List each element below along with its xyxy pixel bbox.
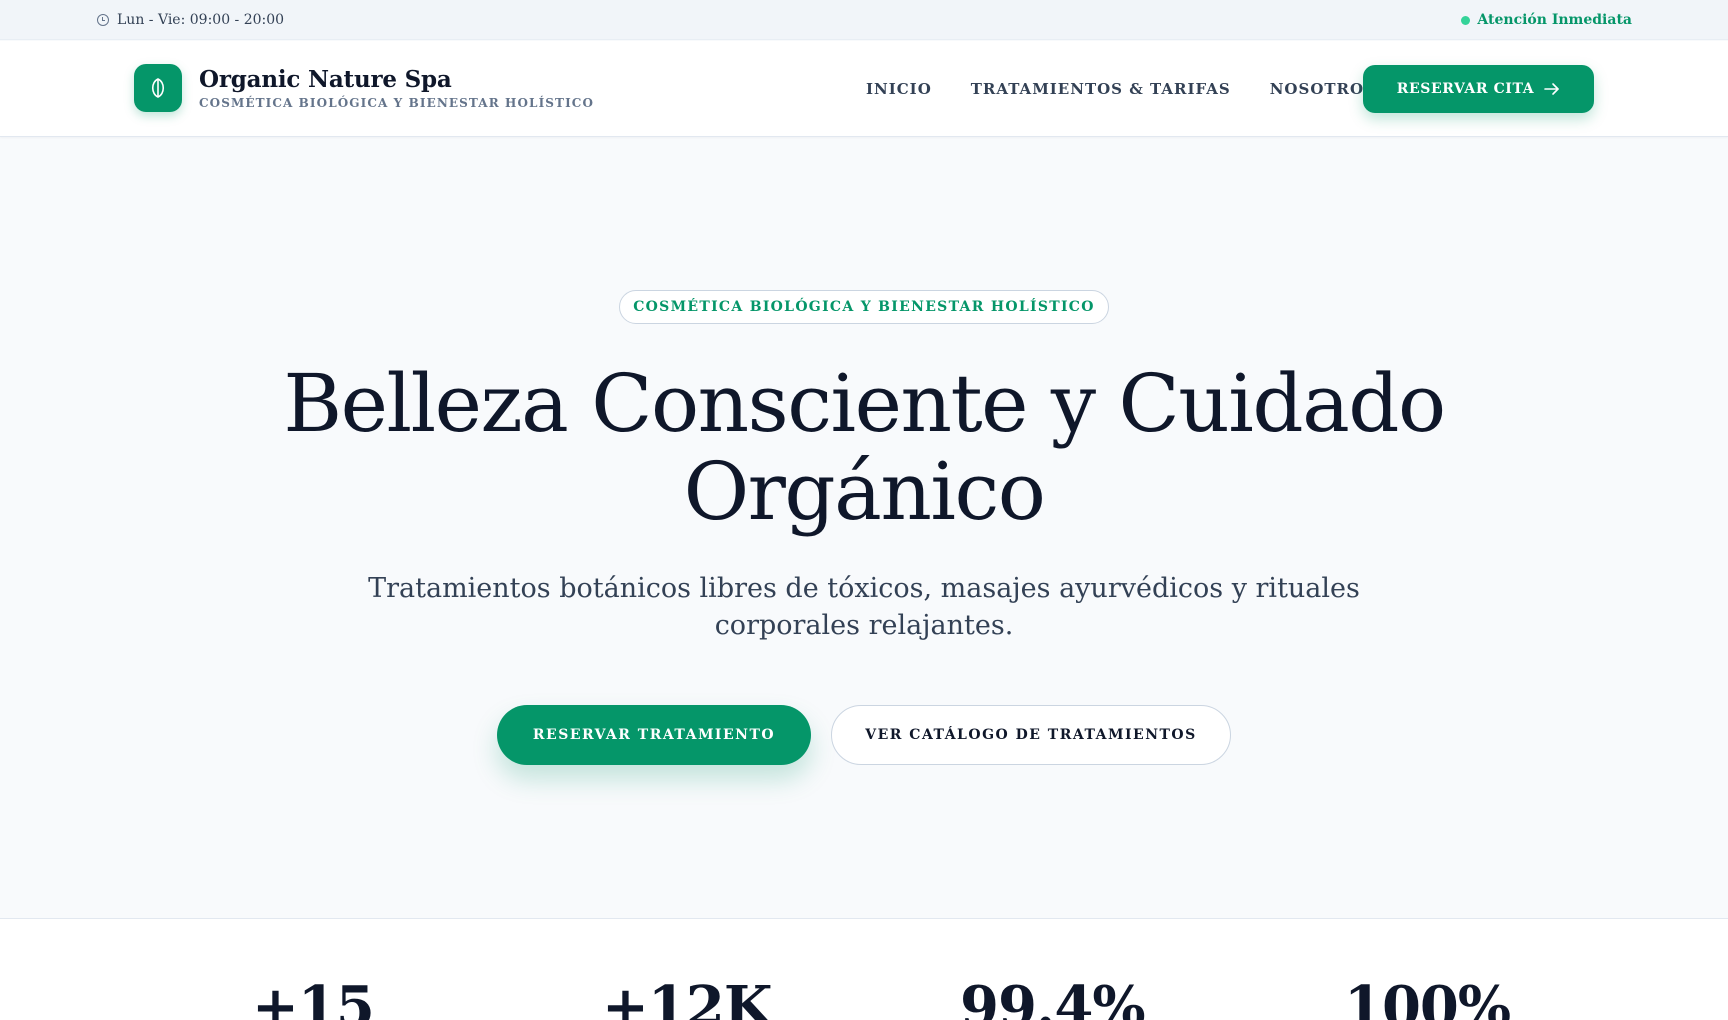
reservar-tratamiento-button[interactable]: RESERVAR TRATAMIENTO: [497, 705, 811, 765]
clock-icon: [97, 14, 109, 26]
reservar-cita-label: RESERVAR CITA: [1396, 81, 1535, 97]
availability-status-text: Atención Inmediata: [1477, 12, 1632, 28]
nav-link-tratamientos-tarifas[interactable]: TRATAMIENTOS & TARIFAS: [971, 80, 1231, 98]
brand-tagline: COSMÉTICA BIOLÓGICA Y BIENESTAR HOLÍSTIC…: [199, 95, 594, 110]
brand-text: Organic Nature Spa COSMÉTICA BIOLÓGICA Y…: [199, 65, 594, 110]
stat-value: 100%: [1344, 974, 1511, 1020]
status-dot-icon: [1461, 15, 1471, 25]
stat-value: +12K: [602, 974, 773, 1020]
top-info-bar: Lun - Vie: 09:00 - 20:00 Atención Inmedi…: [0, 0, 1728, 40]
nav-link-nosotros[interactable]: NOSOTROS: [1270, 80, 1376, 98]
reservar-cita-button[interactable]: RESERVAR CITA: [1363, 65, 1594, 113]
hero-eyebrow-badge: COSMÉTICA BIOLÓGICA Y BIENESTAR HOLÍSTIC…: [619, 290, 1109, 324]
brand-name: Organic Nature Spa: [199, 65, 452, 93]
arrow-right-icon: [1544, 82, 1560, 96]
ver-catalogo-button[interactable]: VER CATÁLOGO DE TRATAMIENTOS: [831, 705, 1231, 765]
stats-section: +15 +12K 99.4% 100%: [0, 918, 1728, 1020]
hero-title: Belleza Consciente y Cuidado Orgánico: [283, 357, 1446, 538]
opening-hours-text: Lun - Vie: 09:00 - 20:00: [117, 12, 285, 28]
brand[interactable]: Organic Nature Spa COSMÉTICA BIOLÓGICA Y…: [134, 64, 594, 112]
site-header: Organic Nature Spa COSMÉTICA BIOLÓGICA Y…: [0, 41, 1728, 137]
main-nav: INICIO TRATAMIENTOS & TARIFAS NOSOTROS: [866, 41, 1376, 137]
availability-status: Atención Inmediata: [1461, 0, 1632, 40]
hero-section: COSMÉTICA BIOLÓGICA Y BIENESTAR HOLÍSTIC…: [0, 138, 1728, 918]
leaf-logo-icon: [134, 64, 182, 112]
hero-subtitle: Tratamientos botánicos libres de tóxicos…: [368, 573, 1360, 641]
opening-hours: Lun - Vie: 09:00 - 20:00: [97, 0, 284, 40]
nav-link-inicio[interactable]: INICIO: [866, 80, 932, 98]
stat-value: 99.4%: [960, 974, 1146, 1020]
stat-value: +15: [252, 974, 375, 1020]
